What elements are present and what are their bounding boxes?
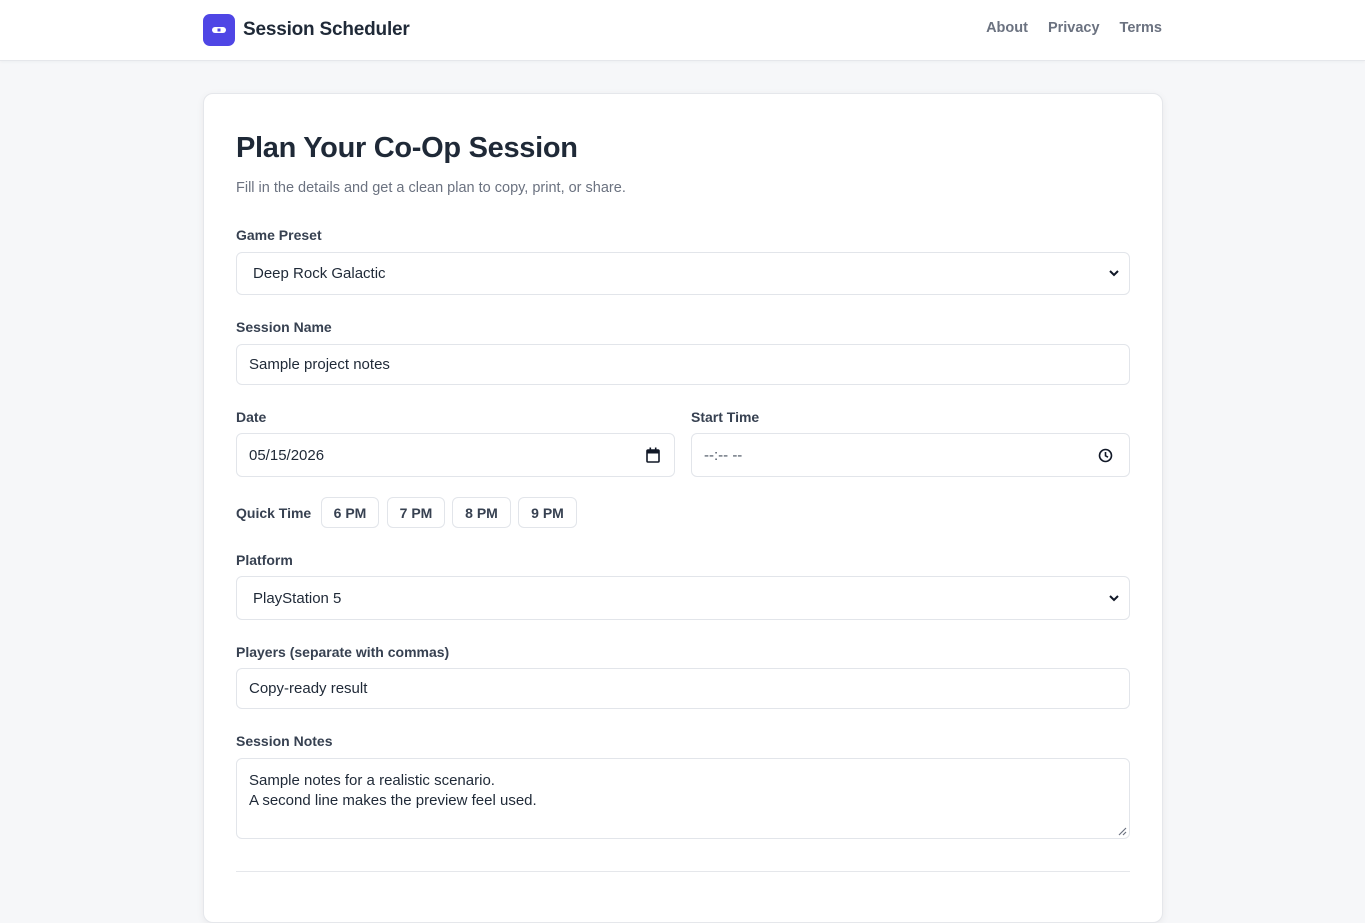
chevron-down-icon [1109,270,1119,277]
top-bar: Session Scheduler About Privacy Terms [0,0,1365,61]
app-name: Session Scheduler [243,19,410,40]
page-title: Plan Your Co-Op Session [236,132,578,164]
nav-link-privacy[interactable]: Privacy [1048,20,1100,36]
players-value: Copy-ready result [249,680,368,697]
clock-icon[interactable] [1098,448,1113,463]
quick-time-8pm-button[interactable]: 8 PM [452,497,511,528]
platform-select[interactable]: PlayStation 5 [236,576,1130,620]
session-name-value: Sample project notes [249,356,390,373]
page-subtitle: Fill in the details and get a clean plan… [236,180,626,196]
quick-time-6pm-button[interactable]: 6 PM [321,497,379,528]
quick-time-9pm-button[interactable]: 9 PM [518,497,577,528]
session-name-label: Session Name [236,319,332,335]
date-label: Date [236,409,267,425]
quick-time-7pm-button[interactable]: 7 PM [387,497,445,528]
chevron-down-icon [1109,595,1119,602]
nav-link-terms[interactable]: Terms [1120,20,1162,36]
start-time-label: Start Time [691,409,760,425]
section-divider [236,871,1130,872]
players-input[interactable]: Copy-ready result [236,668,1130,709]
platform-value: PlayStation 5 [253,589,342,607]
game-preset-select[interactable]: Deep Rock Galactic [236,252,1130,295]
session-name-input[interactable]: Sample project notes [236,344,1130,385]
platform-label: Platform [236,552,293,568]
gamepad-icon [203,14,235,46]
session-notes-line: A second line makes the preview feel use… [249,792,537,809]
game-preset-value: Deep Rock Galactic [253,265,386,282]
start-time-value: --:-- -- [704,446,743,464]
top-nav: About Privacy Terms [986,20,1162,36]
date-value: 05/15/2026 [249,446,325,464]
session-notes-label: Session Notes [236,733,333,749]
players-label: Players (separate with commas) [236,644,450,660]
session-form-card: Plan Your Co-Op Session Fill in the deta… [203,93,1163,923]
session-notes-textarea[interactable]: Sample notes for a realistic scenario. A… [236,758,1130,839]
brand[interactable]: Session Scheduler [203,14,410,46]
start-time-input[interactable]: --:-- -- [691,433,1130,477]
resize-handle-icon[interactable] [1118,827,1127,836]
nav-link-about[interactable]: About [986,20,1028,36]
session-notes-line: Sample notes for a realistic scenario. [249,772,495,789]
date-input[interactable]: 05/15/2026 [236,433,675,477]
game-preset-label: Game Preset [236,227,322,243]
calendar-icon[interactable] [646,447,660,463]
quick-time-label: Quick Time [236,505,312,521]
